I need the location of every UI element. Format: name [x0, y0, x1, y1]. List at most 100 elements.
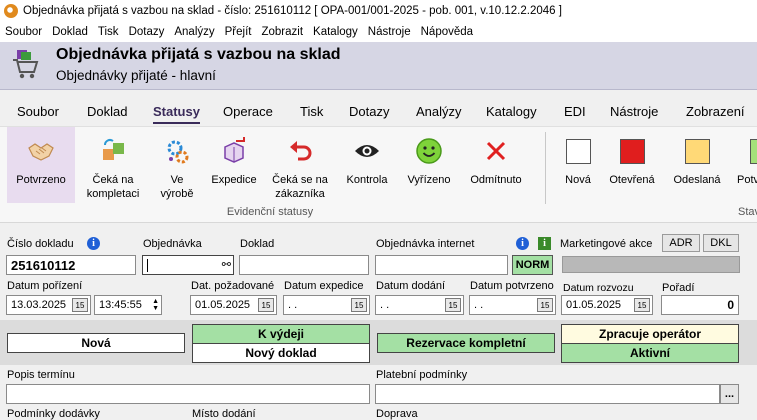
status-rezervace: Rezervace kompletní	[377, 333, 555, 353]
tab-nastroje[interactable]: Nástroje	[610, 104, 658, 119]
ceka-se-na-zakaznika-button[interactable]: Čeká se na zákazníka	[266, 127, 334, 203]
odeslana-button[interactable]: Odeslaná	[666, 127, 728, 203]
box-arrow-icon	[220, 137, 248, 165]
status-zpracuje-operator: Zpracuje operátor	[561, 324, 739, 344]
marketingove-akce-field[interactable]	[562, 256, 740, 273]
tab-analyzy[interactable]: Analýzy	[416, 104, 462, 119]
menu-analyzy[interactable]: Analýzy	[169, 26, 219, 38]
expedice-button[interactable]: Expedice	[206, 127, 262, 203]
white-square-icon	[564, 137, 592, 165]
popis-terminu-label: Popis termínu	[7, 369, 75, 381]
boxes-icon	[99, 137, 127, 165]
menu-soubor[interactable]: Soubor	[0, 26, 47, 38]
datum-expedice-field[interactable]: . . 15	[283, 295, 370, 315]
podminky-dodavky-label: Podmínky dodávky	[7, 408, 100, 420]
text-cursor	[147, 258, 148, 272]
page-title: Objednávka přijatá s vazbou na sklad	[56, 46, 341, 63]
datum-porizeni-field[interactable]: 13.03.2025 15	[6, 295, 91, 315]
datum-dodani-field[interactable]: . . 15	[375, 295, 464, 315]
ribbon-tabs: Soubor Doklad Statusy Operace Tisk Dotaz…	[0, 96, 757, 126]
gears-icon	[163, 137, 191, 165]
calendar-icon[interactable]: 15	[351, 298, 367, 312]
platebni-podminky-label: Platební podmínky	[376, 369, 468, 381]
status-k-vydeji: K výdeji	[192, 324, 370, 344]
binoculars-icon[interactable]: ⚯	[222, 258, 231, 271]
tab-doklad[interactable]: Doklad	[87, 104, 127, 119]
datum-porizeni-label: Datum pořízení	[7, 280, 83, 292]
tab-statusy[interactable]: Statusy	[153, 104, 200, 124]
spinner-icon[interactable]: ▲ ▼	[152, 298, 159, 312]
otevrena-button[interactable]: Otevřená	[604, 127, 660, 203]
datum-rozvozu-label: Datum rozvozu	[563, 282, 634, 294]
ribbon-separator	[545, 132, 546, 204]
popis-terminu-field[interactable]	[6, 384, 370, 404]
kontrola-button[interactable]: Kontrola	[338, 127, 396, 203]
objednavka-label: Objednávka	[143, 238, 202, 250]
objednavka-field[interactable]: ⚯	[142, 255, 234, 275]
handshake-icon	[27, 137, 55, 165]
menu-doklad[interactable]: Doklad	[47, 26, 93, 38]
doprava-label: Doprava	[376, 408, 418, 420]
menu-nastroje[interactable]: Nástroje	[363, 26, 416, 38]
dkl-button[interactable]: DKL	[703, 234, 739, 252]
platebni-podminky-browse-button[interactable]: ...	[720, 384, 739, 404]
status-novy-doklad: Nový doklad	[192, 343, 370, 363]
potvrzeno-button[interactable]: Potvrzeno	[7, 127, 75, 203]
x-icon	[482, 137, 510, 165]
menu-bar: Soubor Doklad Tisk Dotazy Analýzy Přejít…	[0, 21, 757, 42]
info-icon[interactable]: i	[87, 237, 100, 250]
smiley-icon	[415, 137, 443, 165]
page-subtitle: Objednávky přijaté - hlavní	[56, 68, 216, 83]
cas-porizeni-field[interactable]: 13:45:55 ▲ ▼	[94, 295, 162, 315]
ceka-na-kompletaci-button[interactable]: Čeká na kompletaci	[78, 127, 148, 203]
norm-badge: NORM	[512, 255, 553, 275]
datum-expedice-label: Datum expedice	[284, 280, 364, 292]
tab-edi[interactable]: EDI	[564, 104, 586, 119]
cislo-dokladu-label: Číslo dokladu	[7, 238, 74, 250]
vyrizeno-button[interactable]: Vyřízeno	[400, 127, 458, 203]
calendar-icon[interactable]: 15	[72, 298, 88, 312]
calendar-icon[interactable]: 15	[445, 298, 461, 312]
adr-button[interactable]: ADR	[662, 234, 700, 252]
poradi-label: Pořadí	[662, 282, 695, 294]
poradi-field[interactable]: 0	[661, 295, 739, 315]
menu-napoveda[interactable]: Nápověda	[416, 26, 478, 38]
ceka-se-na-zakaznika-label: Čeká se na zákazníka	[272, 174, 328, 200]
nova-button[interactable]: Nová	[554, 127, 602, 203]
datum-rozvozu-field[interactable]: 01.05.2025 15	[561, 295, 653, 315]
tab-zobrazeni[interactable]: Zobrazení	[686, 104, 745, 119]
info-green-icon[interactable]: i	[538, 237, 551, 250]
tab-operace[interactable]: Operace	[223, 104, 273, 119]
menu-dotazy[interactable]: Dotazy	[124, 26, 170, 38]
cart-icon	[13, 50, 39, 79]
eye-icon	[353, 137, 381, 165]
tab-dotazy[interactable]: Dotazy	[349, 104, 389, 119]
menu-prejit[interactable]: Přejít	[220, 26, 257, 38]
menu-tisk[interactable]: Tisk	[93, 26, 124, 38]
ve-vyrobe-button[interactable]: Ve výrobě	[150, 127, 204, 203]
menu-katalogy[interactable]: Katalogy	[308, 26, 363, 38]
doklad-label: Doklad	[240, 238, 275, 250]
dat-pozadovane-field[interactable]: 01.05.2025 15	[190, 295, 277, 315]
platebni-podminky-field[interactable]	[375, 384, 720, 404]
odmitnuto-button[interactable]: Odmítnuto	[462, 127, 530, 203]
calendar-icon[interactable]: 15	[258, 298, 274, 312]
tab-soubor[interactable]: Soubor	[17, 104, 59, 119]
ve-vyrobe-label: Ve výrobě	[160, 174, 194, 200]
marketingove-akce-label: Marketingové akce	[560, 238, 653, 250]
title-bar: Objednávka přijatá s vazbou na sklad - č…	[0, 0, 757, 21]
menu-zobrazit[interactable]: Zobrazit	[256, 26, 308, 38]
datum-potvrzeno-field[interactable]: . . 15	[469, 295, 556, 315]
tab-tisk[interactable]: Tisk	[300, 104, 323, 119]
calendar-icon[interactable]: 15	[634, 298, 650, 312]
cislo-dokladu-field[interactable]: 251610112	[6, 255, 136, 275]
doklad-field[interactable]	[239, 255, 369, 275]
tab-katalogy[interactable]: Katalogy	[486, 104, 537, 119]
datum-potvrzeno-label: Datum potvrzeno	[470, 280, 554, 292]
potvrzena-button[interactable]: Potv	[734, 127, 757, 203]
objednavka-internet-field[interactable]	[375, 255, 508, 275]
calendar-icon[interactable]: 15	[537, 298, 553, 312]
info-icon[interactable]: i	[516, 237, 529, 250]
ceka-na-kompletaci-label: Čeká na kompletaci	[86, 174, 140, 200]
yellow-square-icon	[683, 137, 711, 165]
